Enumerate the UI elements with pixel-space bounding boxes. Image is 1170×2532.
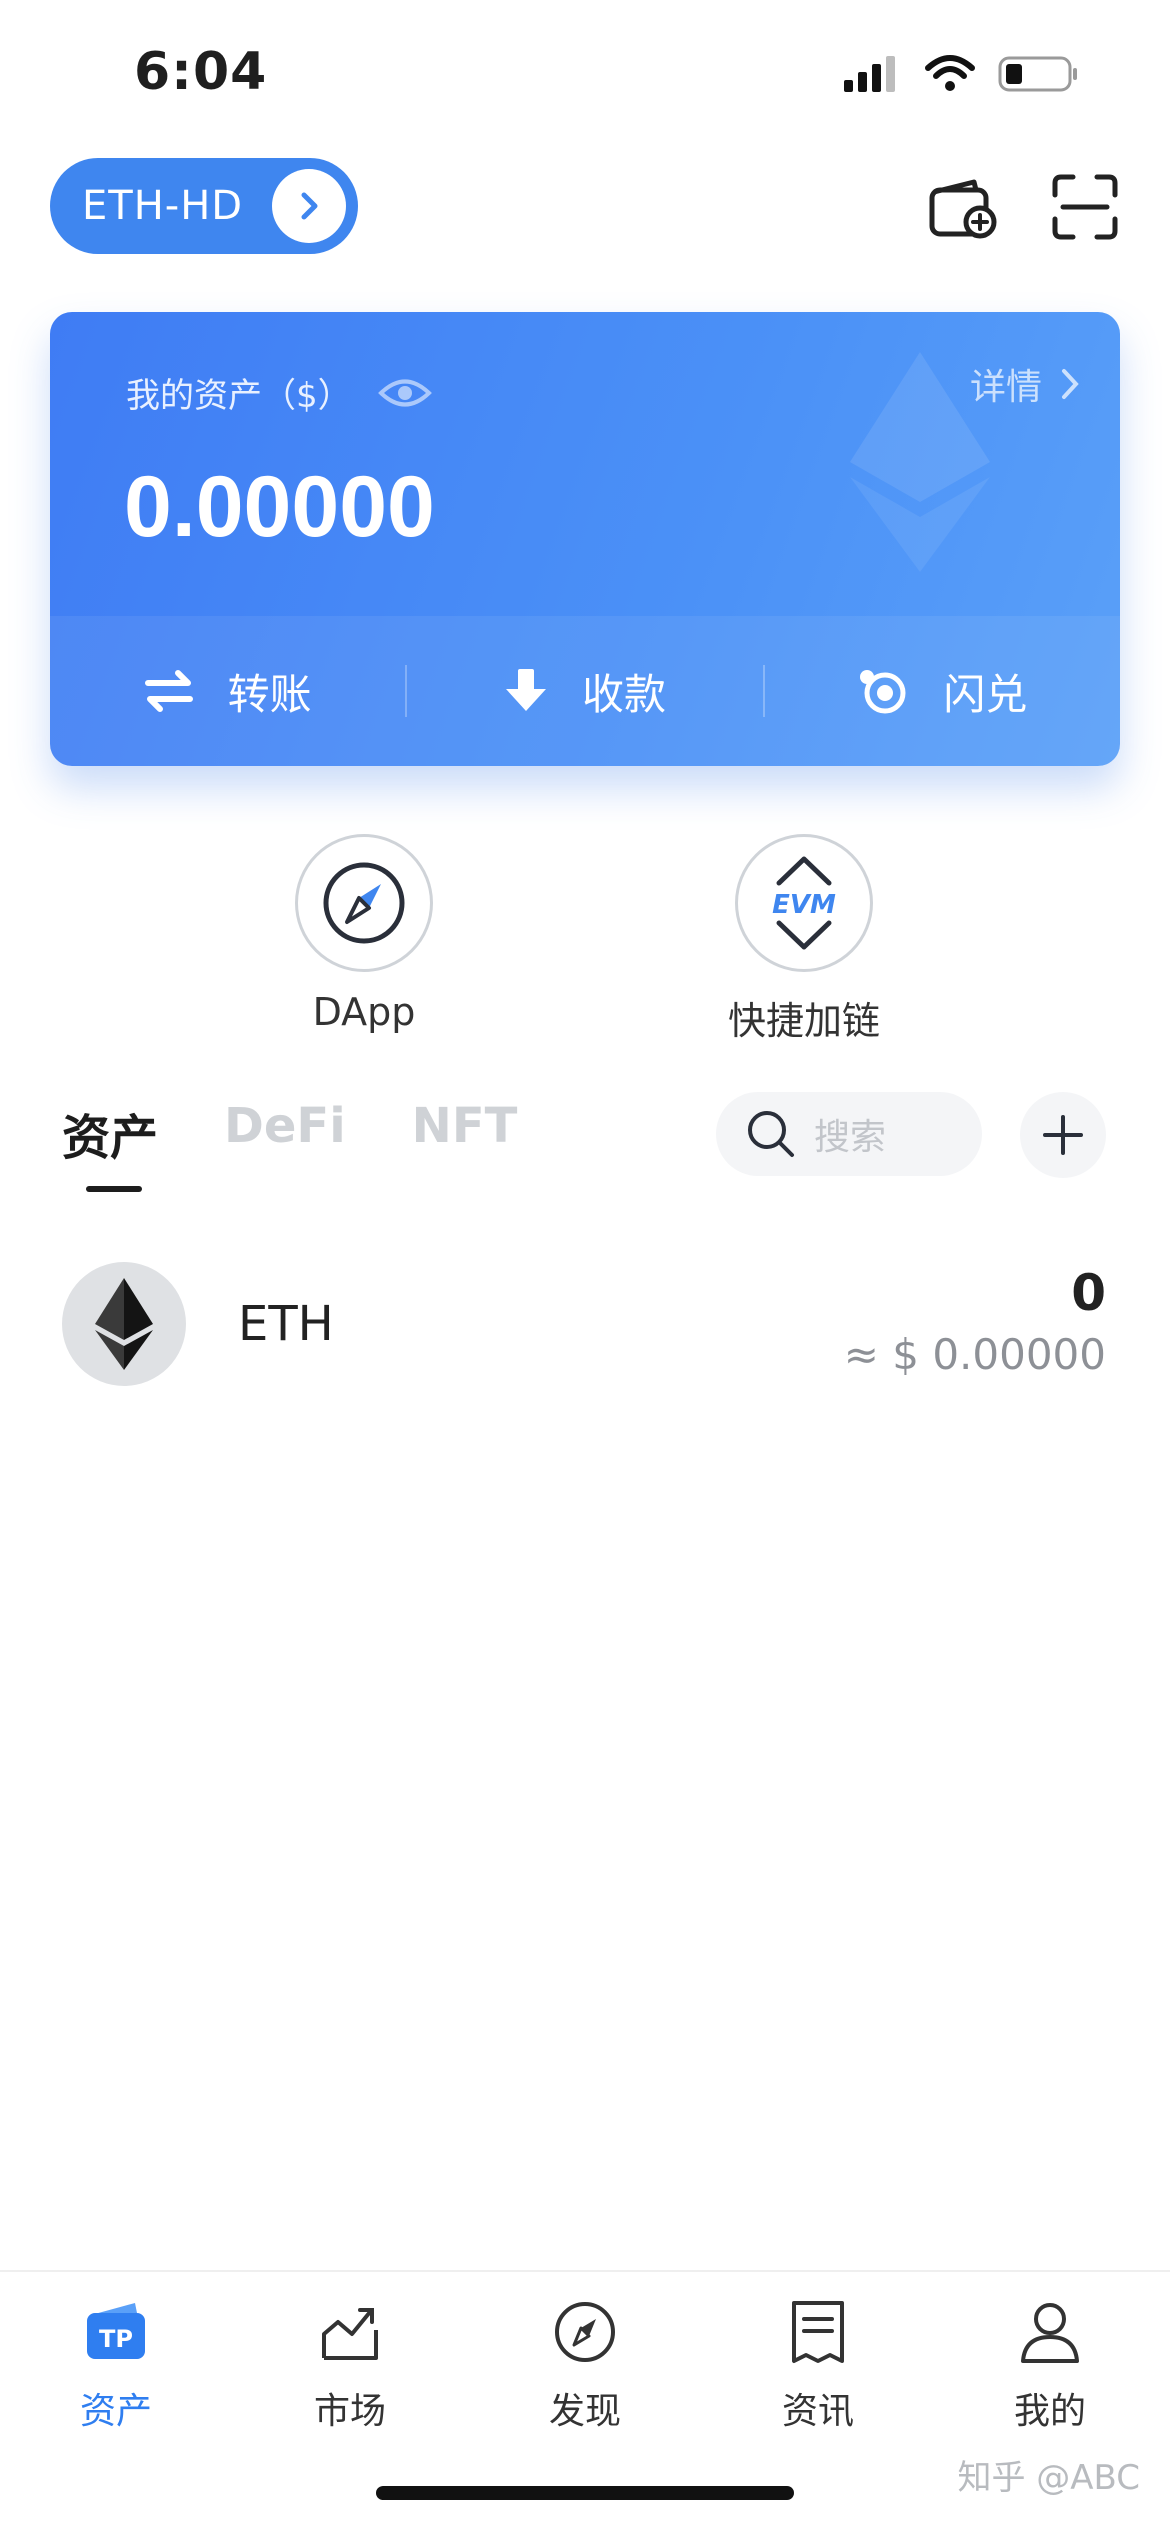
swap-icon	[860, 670, 906, 714]
profile-icon	[1010, 2292, 1090, 2372]
tab-nft[interactable]: NFT	[412, 1098, 518, 1168]
cellular-signal-icon	[844, 56, 895, 92]
wallet-add-icon[interactable]	[924, 168, 1002, 246]
wifi-icon	[925, 55, 975, 91]
home-indicator	[376, 2486, 794, 2500]
asset-detail-link[interactable]: 详情	[970, 358, 1080, 410]
evm-icon: EVM	[772, 856, 836, 950]
dapp-shortcut-circle	[295, 834, 433, 972]
swap-button[interactable]: 闪兑	[765, 661, 1120, 722]
tab-assets-label: 资产	[62, 1110, 159, 1166]
dapp-label: DApp	[312, 990, 416, 1034]
transfer-label: 转账	[227, 669, 312, 719]
asset-actions: 转账 收款 闪兑	[50, 616, 1120, 766]
nav-label-news: 资讯	[781, 2391, 854, 2432]
market-chart-icon	[310, 2292, 390, 2372]
source-watermark: 知乎 @ABC	[957, 2458, 1140, 2498]
asset-summary: 我的资产（$） 0.00000 详情	[50, 312, 1120, 616]
nav-item-profile[interactable]: 我的	[970, 2292, 1130, 2434]
add-chain-shortcut-circle: EVM	[735, 834, 873, 972]
nav-label-market: 市场	[313, 2391, 386, 2432]
chevron-right-icon	[1062, 369, 1079, 399]
eye-icon[interactable]	[377, 376, 432, 410]
discover-compass-icon	[545, 2292, 625, 2372]
search-placeholder: 搜索	[814, 1117, 887, 1158]
tp-logo-text: TP	[99, 2325, 133, 2353]
search-icon	[748, 1111, 794, 1157]
nav-label-assets: 资产	[79, 2391, 152, 2432]
total-assets-label-text: 我的资产（$）	[126, 376, 352, 416]
token-balance: 0	[1071, 1264, 1106, 1322]
tab-active-indicator	[86, 1186, 142, 1192]
plus-icon	[1043, 1115, 1083, 1155]
receive-button[interactable]: 收款	[407, 661, 762, 722]
asset-card: 我的资产（$） 0.00000 详情 转账 收款 闪兑	[50, 312, 1120, 766]
asset-tabs: 资产 DeFi NFT	[62, 1098, 518, 1192]
add-token-button[interactable]	[1020, 1092, 1106, 1178]
token-symbol: ETH	[238, 1296, 334, 1352]
transfer-icon	[144, 670, 193, 712]
receive-label: 收款	[581, 669, 666, 719]
eth-logo-icon	[62, 1262, 186, 1386]
nav-item-discover[interactable]: 发现	[505, 2292, 665, 2434]
tab-defi-label: DeFi	[224, 1098, 346, 1154]
add-chain-label: 快捷加链	[727, 999, 880, 1043]
scan-icon[interactable]	[1046, 168, 1124, 246]
nav-item-news[interactable]: 资讯	[738, 2292, 898, 2434]
nav-item-market[interactable]: 市场	[270, 2292, 430, 2434]
transfer-button[interactable]: 转账	[50, 661, 405, 722]
tab-defi[interactable]: DeFi	[224, 1098, 346, 1168]
nav-label-profile: 我的	[1013, 2391, 1086, 2432]
tab-assets[interactable]: 资产	[62, 1098, 159, 1192]
chevron-right-icon	[272, 169, 346, 243]
nav-item-assets[interactable]: TP 资产	[36, 2292, 196, 2434]
swap-label: 闪兑	[943, 669, 1028, 719]
search-input[interactable]: 搜索	[716, 1092, 982, 1176]
compass-icon	[323, 862, 405, 944]
dapp-shortcut[interactable]: DApp	[244, 834, 484, 1034]
evm-badge-text: EVM	[772, 890, 836, 920]
token-fiat-value: ≈ $ 0.00000	[843, 1330, 1106, 1379]
total-assets-value: 0.00000	[124, 459, 435, 555]
news-icon	[778, 2292, 858, 2372]
total-assets-label: 我的资产（$）	[126, 368, 432, 417]
receive-icon	[505, 669, 546, 711]
status-bar: 6:04	[0, 0, 1170, 150]
tp-wallet-icon: TP	[76, 2292, 156, 2372]
wallet-name: ETH-HD	[82, 183, 244, 229]
add-chain-shortcut[interactable]: EVM 快捷加链	[684, 834, 924, 1045]
tab-nft-label: NFT	[411, 1098, 518, 1154]
asset-detail-label: 详情	[969, 367, 1042, 408]
wallet-selector-button[interactable]: ETH-HD	[50, 158, 358, 254]
battery-icon	[998, 56, 1077, 92]
status-icons	[842, 54, 1080, 94]
nav-label-discover: 发现	[548, 2391, 621, 2432]
status-time: 6:04	[134, 42, 268, 102]
